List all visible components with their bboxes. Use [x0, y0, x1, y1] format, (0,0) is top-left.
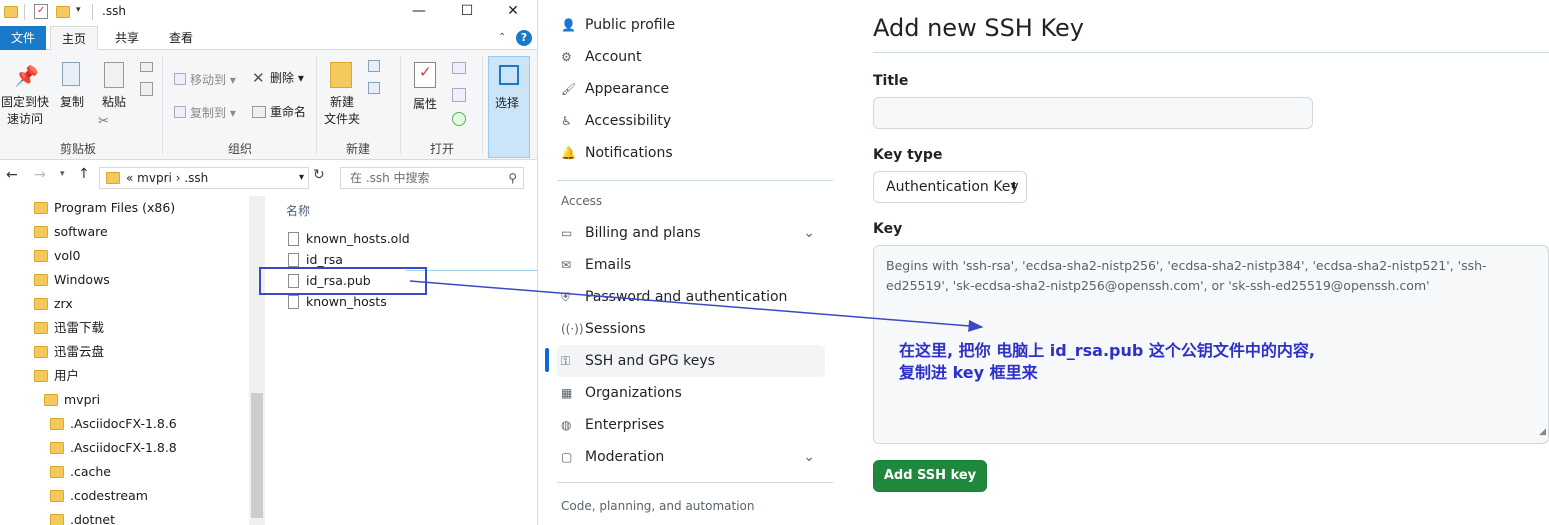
arrow-line	[409, 280, 984, 332]
annotation-arrow	[409, 280, 984, 332]
